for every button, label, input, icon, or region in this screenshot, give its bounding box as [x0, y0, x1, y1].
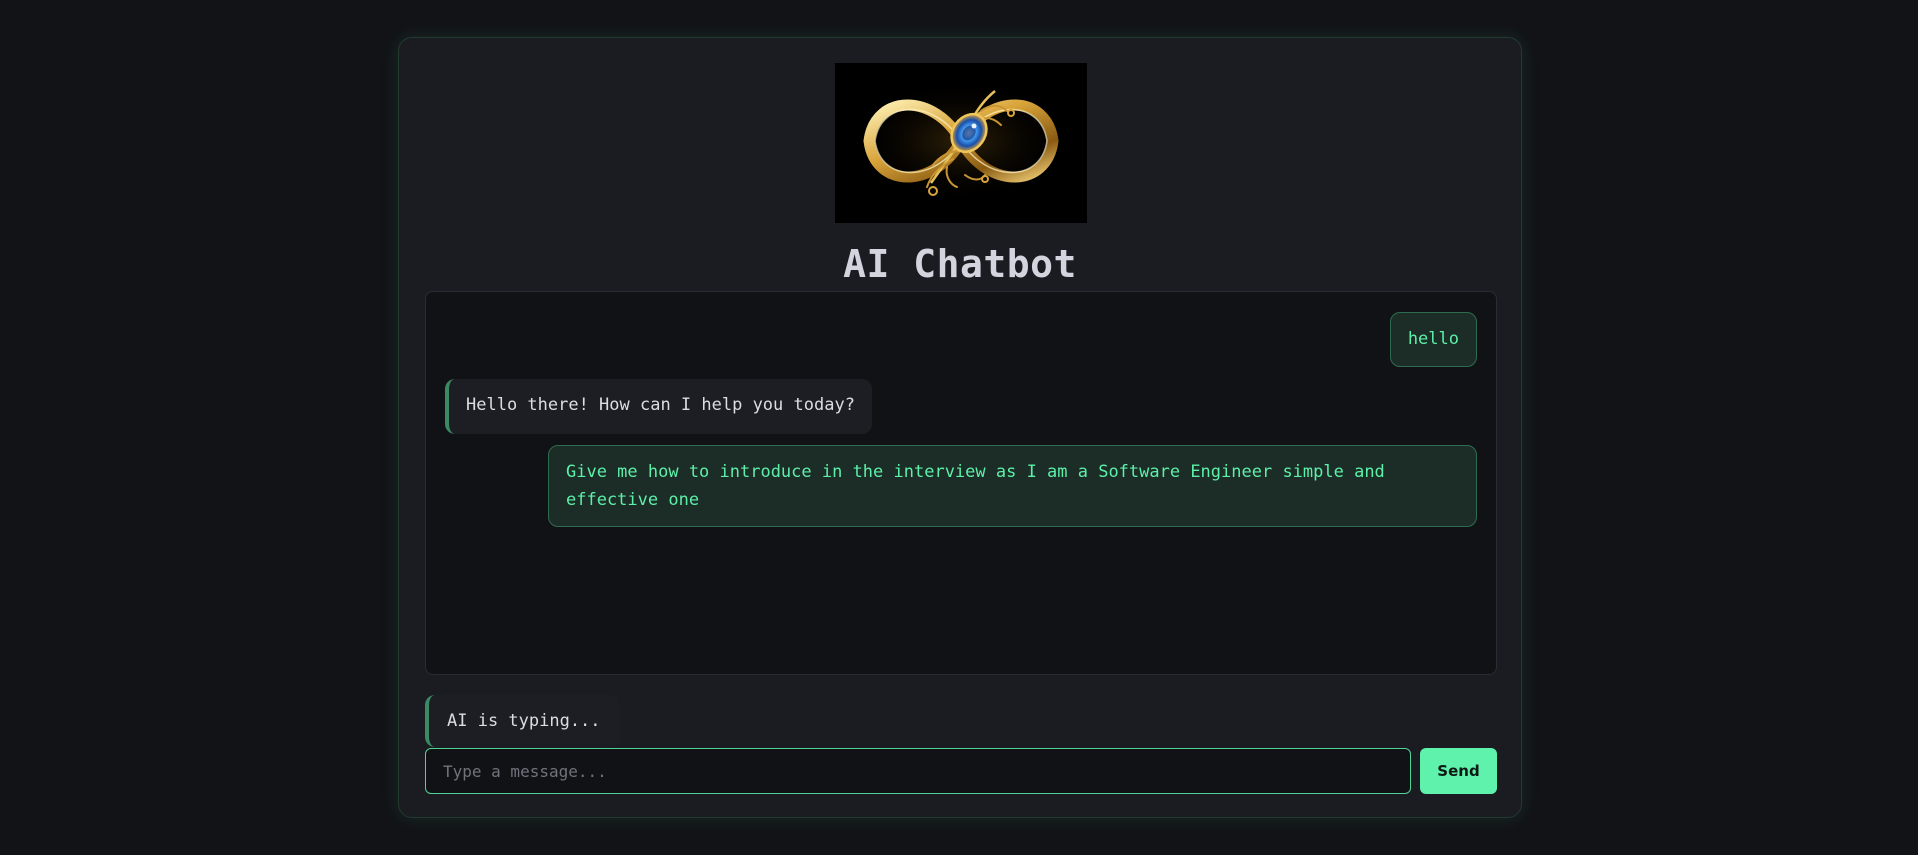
user-message: hello	[1389, 312, 1477, 367]
page-title: AI Chatbot	[843, 242, 1077, 286]
chat-messages[interactable]: hello Hello there! How can I help you to…	[425, 291, 1497, 675]
composer: Send	[425, 748, 1497, 794]
infinity-feather-icon	[835, 63, 1087, 223]
send-button[interactable]: Send	[1420, 748, 1497, 794]
chat-container: AI Chatbot hello Hello there! How can I …	[398, 37, 1522, 818]
bot-message: Hello there! How can I help you today?	[445, 379, 872, 434]
user-message: Give me how to introduce in the intervie…	[548, 445, 1477, 527]
message-input[interactable]	[425, 748, 1411, 794]
typing-indicator: AI is typing...	[425, 695, 620, 747]
logo-image	[835, 63, 1087, 223]
